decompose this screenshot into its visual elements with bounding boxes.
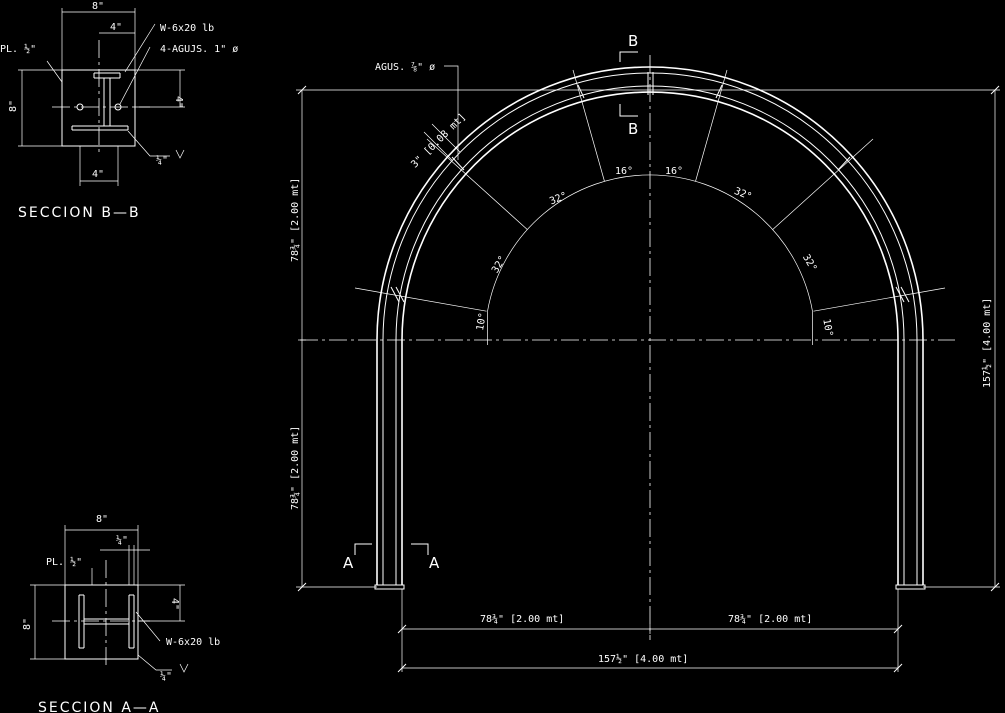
section-a-beam-label: W-6x20 lb (166, 637, 220, 648)
dim-bottom-right: 78¾" [2.00 mt] (728, 613, 812, 625)
section-b-dim-half: 4" (110, 22, 122, 33)
angle-32-lower-left: 32° (490, 254, 509, 275)
base-plate-right (895, 584, 926, 590)
section-a-plate-label: PL. ½" (46, 556, 82, 568)
section-a-weld-label: ¼" (160, 670, 172, 682)
cut-a-left: A (343, 554, 354, 572)
cut-a-right: A (429, 554, 440, 572)
dim-bottom-total: 157½" [4.00 mt] (598, 653, 688, 665)
angle-32-upper-left: 32° (548, 190, 569, 207)
section-b-dim-left: 8" (8, 100, 19, 112)
section-b-dim-top: 8" (92, 1, 104, 12)
arch-offset-label: 3" [0.08 mt] (409, 112, 468, 171)
section-b-plate (61, 69, 136, 147)
angle-32-lower-right: 32° (800, 253, 819, 274)
angle-16-left: 16° (615, 166, 633, 177)
section-b-beam-label: W-6x20 lb (160, 23, 214, 34)
dim-right-total: 157½" [4.00 mt] (981, 298, 993, 388)
section-b-b: 8" 4" 8" 4" 4" PL. ½" W-6x20 lb 4-AGUJS.… (0, 1, 238, 221)
arch-hole-label: AGUS. ⅞" ø (375, 61, 435, 73)
section-b-title: SECCION B—B (18, 205, 141, 221)
base-plate-left (374, 584, 405, 590)
section-a-dim-right: 4" (169, 598, 180, 610)
section-b-plate-label: PL. ½" (0, 43, 36, 55)
section-b-dim-bottom: 4" (92, 169, 104, 180)
angle-10-right: 10° (820, 318, 834, 338)
section-a-dim-left: 8" (22, 618, 33, 630)
section-a-dim-quarter: ¼" (116, 534, 128, 546)
section-b-dim-right: 4" (173, 96, 184, 108)
dim-left-lower: 78¾" [2.00 mt] (289, 426, 301, 510)
angle-16-right: 16° (665, 166, 683, 177)
angle-10-left: 10° (475, 312, 489, 332)
angle-32-upper-right: 32° (732, 186, 753, 203)
arch-elevation: 16° 16° 32° 32° 32° 32° 10° 10° AGUS. ⅞"… (289, 32, 1000, 673)
cut-b-bottom: B (628, 120, 638, 138)
dim-bottom-left: 78¾" [2.00 mt] (480, 613, 564, 625)
section-a-title: SECCION A—A (38, 700, 161, 713)
section-b-holes-label: 4-AGUJS. 1" ø (160, 44, 238, 55)
section-a-plate (64, 584, 139, 660)
cad-drawing: 8" 4" 8" 4" 4" PL. ½" W-6x20 lb 4-AGUJS.… (0, 1, 1000, 713)
section-a-dim-top: 8" (96, 514, 108, 525)
section-b-weld-label: ¼" (156, 154, 168, 166)
cut-b-top: B (628, 32, 638, 50)
section-a-a: 8" ¼" 8" 4" PL. ½" W-6x20 lb ¼" SECCION … (22, 514, 220, 713)
dim-left-upper: 78¾" [2.00 mt] (289, 178, 301, 262)
